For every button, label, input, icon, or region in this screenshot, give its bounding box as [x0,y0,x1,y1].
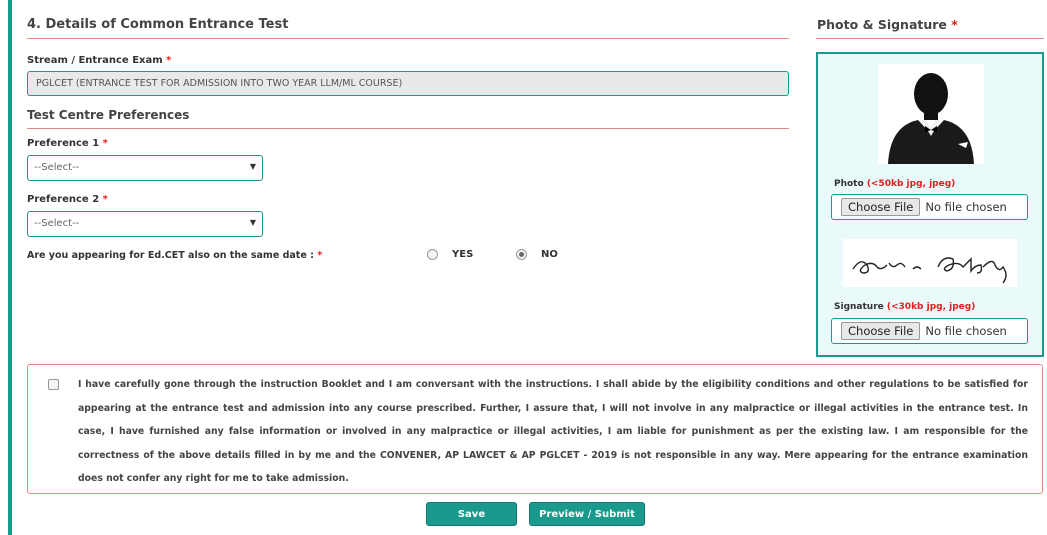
preference1-label: Preference 1 * [27,138,108,149]
declaration-box: I have carefully gone through the instru… [27,364,1043,494]
declaration-text: I have carefully gone through the instru… [78,379,1028,484]
signature-placeholder [843,239,1017,287]
avatar-icon [888,73,974,164]
dropdown-arrow-icon: ▼ [249,162,256,171]
test-centre-title: Test Centre Preferences [27,108,190,122]
signature-choose-file-button[interactable]: Choose File [841,322,921,340]
stream-label: Stream / Entrance Exam * [27,55,172,66]
section-divider [27,38,789,39]
photo-label: Photo (<50kb jpg, jpeg) [834,179,956,189]
save-button[interactable]: Save [426,502,517,526]
preview-submit-button[interactable]: Preview / Submit [529,502,645,526]
photo-placeholder [878,64,984,164]
preference2-label: Preference 2 * [27,194,108,205]
edcet-question: Are you appearing for Ed.CET also on the… [27,250,323,261]
edcet-no-radio[interactable] [516,249,527,260]
photo-choose-file-button[interactable]: Choose File [841,198,921,216]
stream-field: PGLCET (ENTRANCE TEST FOR ADMISSION INTO… [27,71,789,96]
preference2-select[interactable]: --Select-- ▼ [27,211,263,237]
photo-signature-panel: Photo (<50kb jpg, jpeg) Choose File No f… [816,52,1044,357]
signature-no-file-text: No file chosen [925,324,1007,338]
declaration-checkbox[interactable] [48,379,59,390]
photo-no-file-text: No file chosen [925,200,1007,214]
photo-signature-title: Photo & Signature * [817,17,958,32]
section-title: 4. Details of Common Entrance Test [27,17,289,32]
signature-label: Signature (<30kb jpg, jpeg) [834,302,976,312]
dropdown-arrow-icon: ▼ [249,218,256,227]
photo-signature-divider [816,38,1044,39]
edcet-yes-option[interactable]: YES [427,249,473,260]
edcet-yes-radio[interactable] [427,249,438,260]
signature-file-input[interactable]: Choose File No file chosen [831,318,1028,344]
signature-image [852,257,1007,284]
photo-file-input[interactable]: Choose File No file chosen [831,194,1028,220]
edcet-no-option[interactable]: NO [516,249,558,260]
test-centre-divider [27,128,789,129]
left-accent-bar [8,0,12,535]
preference1-select[interactable]: --Select-- ▼ [27,155,263,181]
